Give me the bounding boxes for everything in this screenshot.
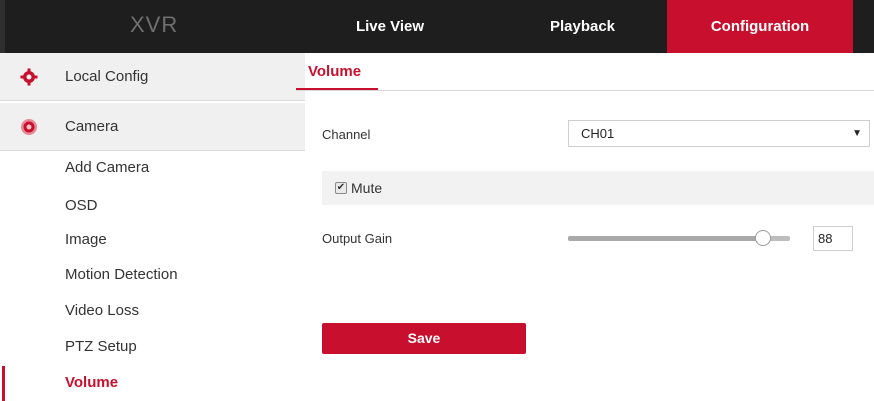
app-logo: XVR <box>130 12 179 37</box>
topbar-edge <box>0 0 5 53</box>
sidebar-item-motion-detection[interactable]: Motion Detection <box>65 266 178 283</box>
divider <box>296 90 874 91</box>
sidebar-section-local-config[interactable]: Local Config <box>0 53 305 101</box>
gear-icon <box>20 68 38 86</box>
mute-label: Mute <box>351 180 383 196</box>
sidebar-section-label: Local Config <box>65 68 149 85</box>
output-gain-slider[interactable] <box>568 230 790 246</box>
sidebar-item-osd[interactable]: OSD <box>65 197 98 214</box>
sidebar-section-label: Camera <box>65 118 119 135</box>
tab-playback[interactable]: Playback <box>515 0 650 53</box>
mute-checkbox[interactable]: ✔ <box>335 182 347 194</box>
channel-select[interactable]: CH01 ▼ <box>568 120 870 147</box>
active-item-marker <box>2 366 5 401</box>
sidebar-item-ptz-setup[interactable]: PTZ Setup <box>65 338 137 355</box>
slider-fill <box>568 236 763 241</box>
sidebar: Local Config Camera Add Camera OSD Image… <box>0 53 305 401</box>
sidebar-item-add-camera[interactable]: Add Camera <box>65 159 149 176</box>
channel-select-value: CH01 <box>581 126 615 141</box>
dropdown-arrow-icon: ▼ <box>852 128 862 139</box>
output-gain-input[interactable]: 88 <box>813 226 853 251</box>
channel-label: Channel <box>322 127 371 142</box>
save-button[interactable]: Save <box>322 323 526 354</box>
top-navigation-bar: XVR Live View Playback Configuration <box>0 0 874 53</box>
mute-row: ✔ Mute <box>322 171 874 205</box>
sidebar-section-camera[interactable]: Camera <box>0 103 305 151</box>
output-gain-label: Output Gain <box>322 231 393 246</box>
sidebar-item-volume[interactable]: Volume <box>65 374 118 391</box>
camera-icon <box>21 119 37 135</box>
tab-configuration[interactable]: Configuration <box>667 0 853 53</box>
tab-live-view[interactable]: Live View <box>330 0 450 53</box>
slider-thumb[interactable] <box>755 230 771 246</box>
sidebar-item-image[interactable]: Image <box>65 231 107 248</box>
tab-volume[interactable]: Volume <box>296 53 378 91</box>
sidebar-item-video-loss[interactable]: Video Loss <box>65 302 139 319</box>
